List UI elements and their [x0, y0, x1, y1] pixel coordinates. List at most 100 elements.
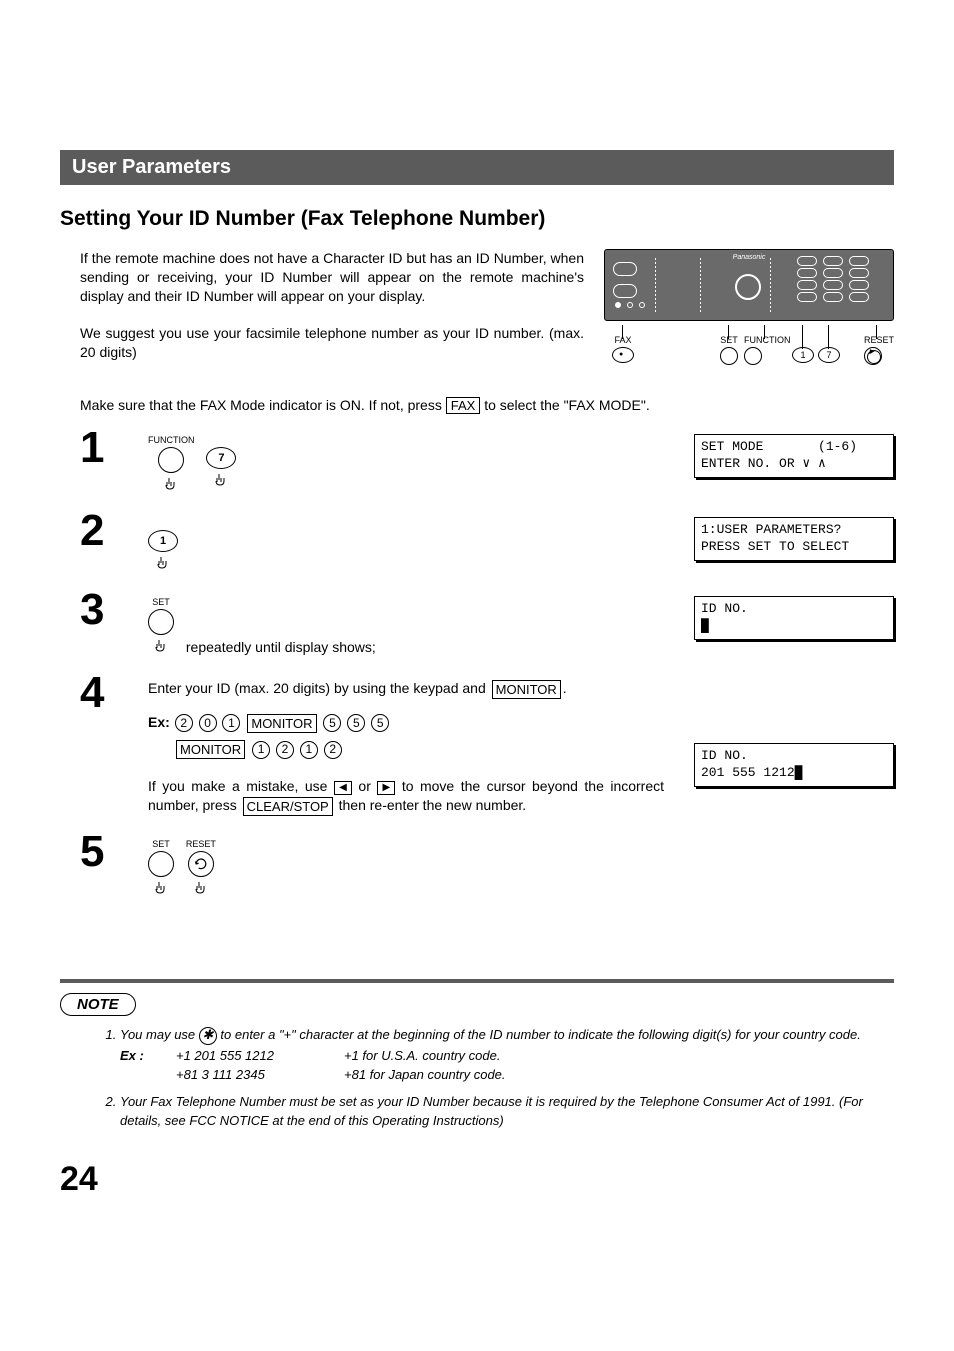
control-panel-illustration: Panasonic — [604, 249, 894, 373]
arrow-right-key-icon: ▶ — [377, 781, 395, 795]
indicator-dot-icon — [627, 302, 633, 308]
star-key-icon: ✱ — [199, 1027, 217, 1045]
lcd-display-1: SET MODE (1-6) ENTER NO. OR ∨ ∧ — [694, 434, 894, 478]
digit-5-icon: 5 — [371, 714, 389, 732]
panel-button-icon — [613, 284, 637, 298]
callout-function: FUNCTION — [744, 335, 791, 365]
digit-0-icon: 0 — [199, 714, 217, 732]
intro-text: If the remote machine does not have a Ch… — [80, 249, 584, 379]
step-5-body: SET RESET — [148, 832, 894, 899]
arrow-left-key-icon: ◀ — [334, 781, 352, 795]
step-3-text: repeatedly until display shows; — [186, 639, 376, 655]
step-number: 3 — [80, 590, 148, 630]
digit-1-icon: 1 — [252, 741, 270, 759]
digit-1-icon: 1 — [300, 741, 318, 759]
note-item-1: You may use ✱ to enter a "+" character a… — [120, 1026, 894, 1085]
note-1-prefix: You may use — [120, 1027, 199, 1042]
step-5: 5 SET RESET — [80, 832, 894, 899]
step-3: 3 SET repeatedly until display shows; ID… — [80, 590, 894, 657]
lcd-display-4: ID NO. 201 555 1212█ — [694, 743, 894, 787]
digit-1-icon: 1 — [222, 714, 240, 732]
panel-dial-icon — [735, 274, 761, 300]
note-item-2: Your Fax Telephone Number must be set as… — [120, 1093, 894, 1131]
panel-brand-label: Panasonic — [733, 254, 766, 261]
prestep-instruction: Make sure that the FAX Mode indicator is… — [80, 397, 894, 414]
clear-stop-key: CLEAR/STOP — [243, 797, 333, 817]
note-ex2-desc: +81 for Japan country code. — [344, 1066, 506, 1085]
keypad-key-icon — [823, 280, 843, 290]
note-ex1-num: +1 201 555 1212 — [176, 1047, 316, 1066]
press-hand-icon — [148, 880, 174, 899]
step-4-body: Enter your ID (max. 20 digits) by using … — [148, 673, 694, 816]
prestep-suffix: to select the "FAX MODE". — [484, 397, 650, 413]
set-button-icon — [148, 609, 174, 635]
callout-set: SET — [720, 335, 738, 365]
press-hand-icon — [148, 555, 178, 574]
step-4-period: . — [563, 680, 567, 696]
note-list: You may use ✱ to enter a "+" character a… — [120, 1026, 894, 1130]
keypad-key-icon — [849, 268, 869, 278]
key-1-icon: 1 — [148, 530, 178, 552]
reset-button-icon — [864, 347, 882, 365]
keypad-key-icon — [823, 256, 843, 266]
callout-seven: 7 — [818, 345, 840, 363]
note-1-suffix: to enter a "+" character at the beginnin… — [220, 1027, 860, 1042]
set-button-icon — [148, 851, 174, 877]
digit-5-icon: 5 — [347, 714, 365, 732]
digit-2-icon: 2 — [276, 741, 294, 759]
panel-keypad — [797, 256, 885, 302]
step-4-or: or — [358, 778, 377, 794]
step-2-body: 1 — [148, 511, 694, 574]
note-divider — [60, 979, 894, 983]
keypad-key-icon — [797, 280, 817, 290]
keypad-key-icon — [823, 292, 843, 302]
panel-left-buttons — [613, 262, 637, 298]
press-hand-icon — [186, 880, 216, 899]
seven-key-illustration: 7 — [206, 434, 236, 491]
step-4-p2-prefix: If you make a mistake, use — [148, 778, 334, 794]
function-label: FUNCTION — [148, 434, 195, 445]
monitor-key: MONITOR — [492, 680, 561, 700]
note-section: NOTE You may use ✱ to enter a "+" charac… — [60, 979, 894, 1130]
key-7-icon: 7 — [206, 447, 236, 469]
reset-button-icon — [188, 851, 214, 877]
function-button-icon — [744, 347, 762, 365]
indicator-dot-icon — [639, 302, 645, 308]
panel-indicator-row — [615, 302, 645, 308]
callout-reset: RESET — [864, 335, 894, 365]
step-1-body: FUNCTION 7 — [148, 428, 694, 495]
reset-button-illustration: RESET — [186, 838, 216, 899]
fax-key-boxed: FAX — [446, 397, 481, 414]
keypad-key-icon — [849, 280, 869, 290]
control-panel-box: Panasonic — [604, 249, 894, 321]
keypad-key-icon — [849, 292, 869, 302]
keypad-key-icon — [797, 292, 817, 302]
subheading: Setting Your ID Number (Fax Telephone Nu… — [60, 207, 894, 231]
panel-divider-icon — [655, 258, 656, 312]
intro-block: If the remote machine does not have a Ch… — [60, 249, 894, 379]
panel-button-icon — [613, 262, 637, 276]
keypad-key-icon — [849, 256, 869, 266]
step-number: 1 — [80, 428, 148, 468]
lcd-display-3: ID NO. █ — [694, 596, 894, 640]
function-button-illustration: FUNCTION — [148, 434, 195, 495]
one-key-illustration: 1 — [148, 517, 178, 574]
step-4-p1-prefix: Enter your ID (max. 20 digits) by using … — [148, 680, 490, 696]
digit-5-icon: 5 — [323, 714, 341, 732]
set-button-illustration: SET — [148, 838, 174, 899]
digit-2-icon: 2 — [175, 714, 193, 732]
ex-label: Ex: — [148, 714, 170, 730]
step-4: 4 Enter your ID (max. 20 digits) by usin… — [80, 673, 894, 816]
key-1-icon: 1 — [792, 347, 814, 363]
function-button-icon — [158, 447, 184, 473]
digit-2-icon: 2 — [324, 741, 342, 759]
set-button-icon — [720, 347, 738, 365]
section-title: User Parameters — [72, 156, 231, 178]
set-label: SET — [148, 596, 174, 607]
step-4-p2-suffix: then re-enter the new number. — [339, 797, 527, 813]
keypad-key-icon — [797, 256, 817, 266]
panel-callouts: FAX SET FUNCTION 1 — [604, 331, 894, 373]
press-hand-icon — [148, 476, 195, 495]
set-label: SET — [148, 838, 174, 849]
prestep-prefix: Make sure that the FAX Mode indicator is… — [80, 397, 446, 413]
